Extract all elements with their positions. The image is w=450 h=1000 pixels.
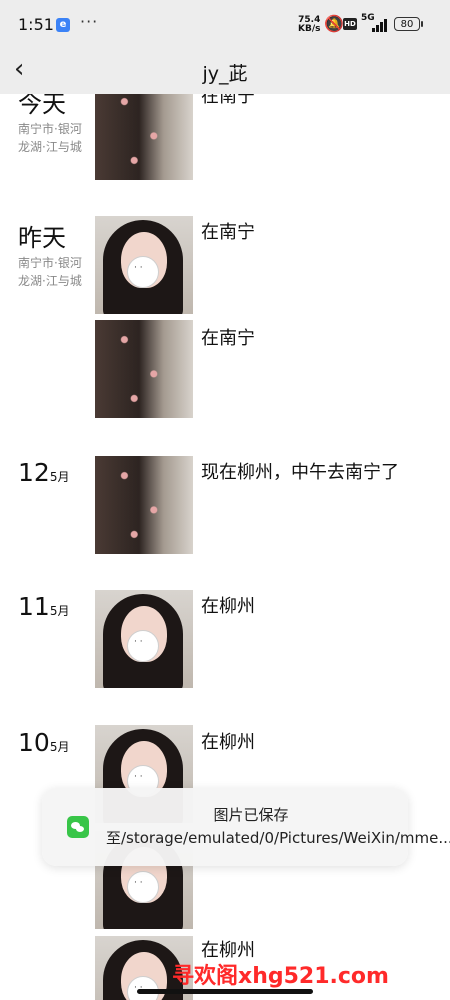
status-bar: 1:51 e ··· 75.4 KB/s 🔕 HD 5G 80 <box>0 0 450 52</box>
post-caption[interactable]: 在南宁 <box>201 324 255 350</box>
sticker-icon <box>127 976 159 1000</box>
page-title: jy_茈 <box>202 63 248 85</box>
date-day: 11 <box>18 592 50 621</box>
post-caption[interactable]: 在柳州 <box>201 592 255 618</box>
date-label: 115月 <box>18 592 69 621</box>
date-label: 昨天 <box>18 224 66 252</box>
post-caption[interactable]: 现在柳州，中午去南宁了 <box>201 458 399 484</box>
sticker-icon <box>127 256 159 288</box>
app-badge-icon: e <box>56 18 70 32</box>
hd-badge: HD <box>343 18 357 30</box>
date-label: 今天 <box>18 94 66 118</box>
location-text: 南宁市·银河龙湖·江与城 <box>18 256 82 288</box>
post-photo[interactable] <box>95 590 193 688</box>
watermark: 寻欢阁xhg521.com <box>172 964 389 989</box>
sticker-icon <box>127 871 159 903</box>
network-type: 5G <box>361 13 375 23</box>
date-day: 12 <box>18 458 50 487</box>
network-speed-unit: KB/s <box>298 24 321 34</box>
date-month: 5月 <box>49 740 70 754</box>
date-day: 10 <box>18 728 50 757</box>
date-month: 5月 <box>49 470 70 484</box>
battery-icon: 80 <box>394 17 423 31</box>
toast-message: 图片已保存至/storage/emulated/0/Pictures/WeiXi… <box>106 806 450 847</box>
post-caption[interactable]: 在南宁 <box>201 218 255 244</box>
date-label: 125月 <box>18 458 69 487</box>
bell-mute-icon: 🔕 <box>324 14 344 33</box>
more-notifications-icon: ··· <box>80 12 99 31</box>
sticker-icon <box>127 630 159 662</box>
battery-level: 80 <box>400 19 414 30</box>
status-time: 1:51 <box>18 15 54 34</box>
post-photo[interactable] <box>95 320 193 418</box>
network-speed: 75.4 KB/s <box>298 16 320 34</box>
save-toast: 图片已保存至/storage/emulated/0/Pictures/WeiXi… <box>42 788 450 866</box>
date-label: 105月 <box>18 728 69 757</box>
post-caption[interactable]: 在柳州 <box>201 728 255 754</box>
location-text: 南宁市·银河龙湖·江与城 <box>18 122 82 154</box>
post-photo[interactable] <box>95 216 193 314</box>
wechat-icon <box>67 816 89 838</box>
post-photo[interactable] <box>95 456 193 554</box>
post-photo[interactable] <box>95 94 193 180</box>
post-caption[interactable]: 在南宁 <box>201 94 255 108</box>
home-indicator[interactable] <box>137 989 313 994</box>
date-month: 5月 <box>49 604 70 618</box>
nav-bar: ‹ jy_茈 <box>0 52 450 94</box>
